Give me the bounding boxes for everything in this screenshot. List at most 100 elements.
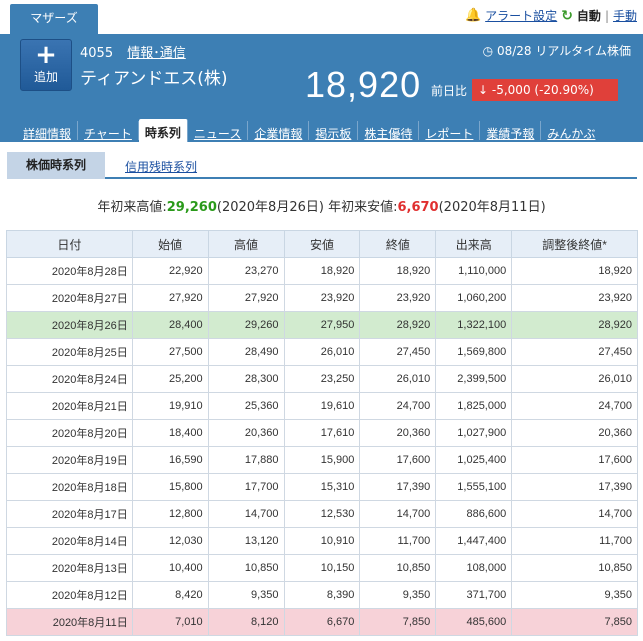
cell-close: 11,700 — [359, 527, 437, 555]
tab-report[interactable]: レポート — [419, 121, 481, 141]
cell-adjusted-close: 23,920 — [511, 284, 638, 312]
cell-low: 23,250 — [283, 365, 361, 393]
table-row: 2020年8月25日 27,500 28,490 26,010 27,450 1,569,… — [6, 338, 638, 366]
year-high-low-summary: 年初来高値:29,260(2020年8月26日) 年初来安値:6,670(202… — [0, 196, 643, 215]
year-high-label: 年初来高値: — [97, 200, 167, 215]
cell-date: 2020年8月18日 — [6, 473, 133, 501]
cell-volume: 371,700 — [435, 581, 513, 609]
plus-icon: + — [35, 40, 57, 70]
cell-open: 7,010 — [131, 608, 209, 636]
cell-date: 2020年8月25日 — [6, 338, 133, 366]
cell-high: 14,700 — [207, 500, 285, 528]
cell-high: 25,360 — [207, 392, 285, 420]
tab-company-info[interactable]: 企業情報 — [248, 121, 310, 141]
cell-low: 8,390 — [283, 581, 361, 609]
industry-link[interactable]: 情報･通信 — [127, 46, 186, 61]
market-tab[interactable]: マザーズ — [10, 4, 98, 34]
col-header-open: 始値 — [131, 230, 209, 258]
year-low-label: 年初来安値: — [328, 200, 398, 215]
cell-high: 29,260 — [207, 311, 285, 339]
cell-volume: 1,569,800 — [435, 338, 513, 366]
tab-time-series[interactable]: 時系列 — [138, 119, 188, 142]
stock-header: + 追加 4055 情報･通信 ティアンドエス(株) ◷ 08/28 リアルタイ… — [0, 34, 643, 142]
cell-date: 2020年8月14日 — [6, 527, 133, 555]
cell-close: 28,920 — [359, 311, 437, 339]
cell-date: 2020年8月24日 — [6, 365, 133, 393]
cell-date: 2020年8月21日 — [6, 392, 133, 420]
cell-high: 13,120 — [207, 527, 285, 555]
tab-details[interactable]: 詳細情報 — [17, 121, 79, 141]
table-row: 2020年8月13日 10,400 10,850 10,150 10,850 108,00… — [6, 554, 638, 582]
add-to-portfolio-button[interactable]: + 追加 — [20, 39, 72, 91]
sub-tabs: 株価時系列 信用残時系列 — [7, 152, 637, 179]
tab-shareholder-benefits[interactable]: 株主優待 — [358, 121, 420, 141]
cell-volume: 1,555,100 — [435, 473, 513, 501]
tab-earnings-forecast[interactable]: 業績予報 — [480, 121, 542, 141]
cell-low: 18,920 — [283, 257, 361, 285]
cell-low: 10,910 — [283, 527, 361, 555]
price-history-table: 日付 始値 高値 安値 終値 出来高 調整後終値* 2020年8月28日 22,9… — [6, 230, 638, 636]
cell-volume: 1,110,000 — [435, 257, 513, 285]
refresh-icon: ↻ — [561, 7, 573, 24]
cell-low: 10,150 — [283, 554, 361, 582]
tab-board[interactable]: 掲示板 — [309, 121, 359, 141]
cell-adjusted-close: 24,700 — [511, 392, 638, 420]
cell-date: 2020年8月11日 — [6, 608, 133, 636]
bell-icon: 🔔 — [464, 8, 482, 23]
cell-open: 25,200 — [131, 365, 209, 393]
year-low-value: 6,670 — [397, 200, 439, 215]
table-row: 2020年8月27日 27,920 27,920 23,920 23,920 1,060,… — [6, 284, 638, 312]
cell-low: 15,310 — [283, 473, 361, 501]
cell-close: 18,920 — [359, 257, 437, 285]
cell-low: 17,610 — [283, 419, 361, 447]
table-row: 2020年8月28日 22,920 23,270 18,920 18,920 1,110,… — [6, 257, 638, 285]
clock-icon: ◷ — [482, 44, 494, 58]
cell-adjusted-close: 14,700 — [511, 500, 638, 528]
cell-high: 17,700 — [207, 473, 285, 501]
cell-adjusted-close: 28,920 — [511, 311, 638, 339]
cell-close: 7,850 — [359, 608, 437, 636]
col-header-low: 安値 — [283, 230, 361, 258]
alert-setting-link[interactable]: アラート設定 — [485, 7, 557, 24]
table-row: 2020年8月26日 28,400 29,260 27,950 28,920 1,322,… — [6, 311, 638, 339]
col-header-high: 高値 — [207, 230, 285, 258]
cell-open: 28,400 — [131, 311, 209, 339]
cell-close: 17,600 — [359, 446, 437, 474]
table-row: 2020年8月24日 25,200 28,300 23,250 26,010 2,399,… — [6, 365, 638, 393]
cell-close: 26,010 — [359, 365, 437, 393]
cell-close: 23,920 — [359, 284, 437, 312]
table-row: 2020年8月19日 16,590 17,880 15,900 17,600 1,025,… — [6, 446, 638, 474]
price-change-badge: ↓ -5,000 (-20.90%) — [472, 79, 618, 101]
down-arrow-icon: ↓ — [478, 83, 489, 97]
cell-adjusted-close: 27,450 — [511, 338, 638, 366]
cell-adjusted-close: 7,850 — [511, 608, 638, 636]
cell-date: 2020年8月13日 — [6, 554, 133, 582]
col-header-date: 日付 — [6, 230, 133, 258]
subtab-stock-time-series[interactable]: 株価時系列 — [7, 152, 105, 179]
cell-low: 12,530 — [283, 500, 361, 528]
stock-code-line: 4055 情報･通信 — [80, 42, 186, 61]
cell-volume: 1,060,200 — [435, 284, 513, 312]
separator: | — [604, 8, 609, 23]
tab-news[interactable]: ニュース — [188, 121, 249, 141]
tab-chart[interactable]: チャート — [78, 121, 139, 141]
cell-volume: 485,600 — [435, 608, 513, 636]
auto-refresh-label[interactable]: 自動 — [577, 7, 601, 24]
cell-high: 23,270 — [207, 257, 285, 285]
cell-date: 2020年8月28日 — [6, 257, 133, 285]
cell-open: 16,590 — [131, 446, 209, 474]
cell-high: 20,360 — [207, 419, 285, 447]
cell-date: 2020年8月26日 — [6, 311, 133, 339]
subtab-margin-time-series[interactable]: 信用残時系列 — [125, 158, 197, 175]
realtime-price-label: ◷ 08/28 リアルタイム株価 — [483, 42, 631, 59]
col-header-volume: 出来高 — [435, 230, 513, 258]
manual-refresh-link[interactable]: 手動 — [613, 7, 637, 24]
tab-minkabu[interactable]: みんかぶ — [541, 121, 601, 141]
cell-volume: 108,000 — [435, 554, 513, 582]
stock-nav-tabs: 詳細情報 チャート 時系列 ニュース 企業情報 掲示板 株主優待 レポート 業績… — [17, 119, 601, 142]
cell-high: 28,300 — [207, 365, 285, 393]
table-header-row: 日付 始値 高値 安値 終値 出来高 調整後終値* — [6, 230, 638, 258]
cell-volume: 1,447,400 — [435, 527, 513, 555]
cell-date: 2020年8月27日 — [6, 284, 133, 312]
cell-adjusted-close: 9,350 — [511, 581, 638, 609]
